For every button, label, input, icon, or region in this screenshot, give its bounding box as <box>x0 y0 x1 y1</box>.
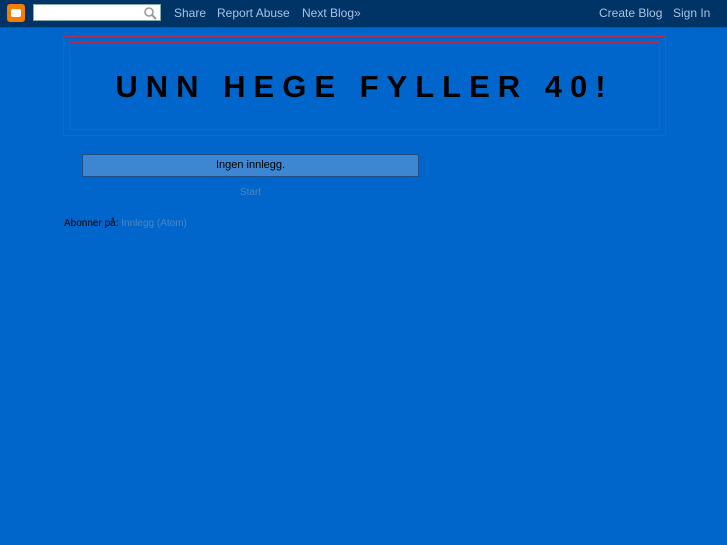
home-link[interactable]: Start <box>82 187 419 198</box>
no-posts-message: Ingen innlegg. <box>82 154 419 177</box>
search-icon[interactable] <box>143 6 157 20</box>
next-blog-link[interactable]: Next Blog» <box>302 6 361 20</box>
create-blog-link[interactable]: Create Blog <box>599 6 662 20</box>
subscribe-section: Abonner på: Innlegg (Atom) <box>64 218 187 229</box>
blog-title[interactable]: UNN HEGE FYLLER 40! <box>70 69 659 105</box>
subscribe-label: Abonner på: <box>64 218 119 229</box>
atom-feed-link[interactable]: Innlegg (Atom) <box>121 218 187 229</box>
header-inner-border: UNN HEGE FYLLER 40! <box>69 42 660 130</box>
report-abuse-link[interactable]: Report Abuse <box>217 6 290 20</box>
blog-header: UNN HEGE FYLLER 40! <box>63 36 666 136</box>
share-link[interactable]: Share <box>174 6 206 20</box>
navbar: Share Report Abuse Next Blog» Create Blo… <box>0 0 727 28</box>
sign-in-link[interactable]: Sign In <box>673 6 710 20</box>
search-input[interactable] <box>33 4 161 21</box>
blogger-logo-icon[interactable] <box>7 4 25 22</box>
